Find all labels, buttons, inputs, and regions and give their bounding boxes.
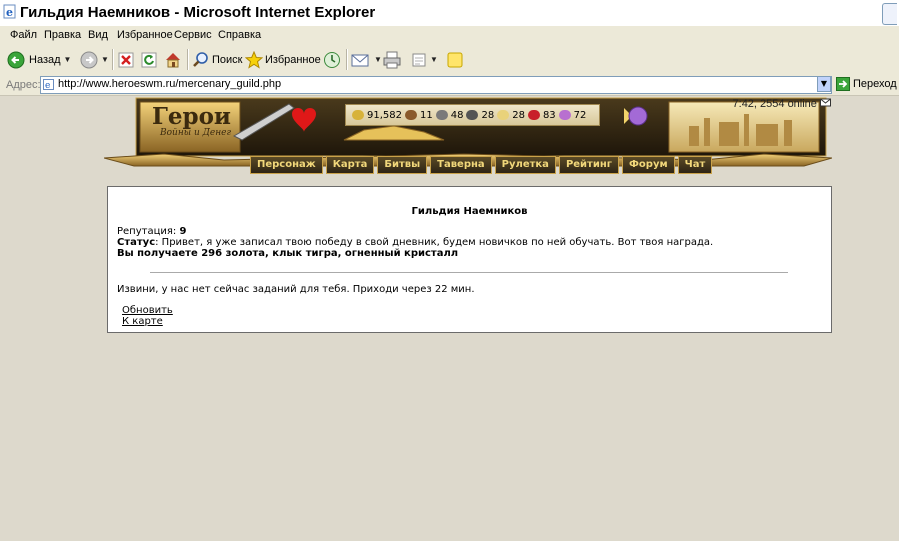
- messenger-button[interactable]: [446, 48, 464, 71]
- back-label: Назад: [29, 53, 61, 66]
- reputation-value: 9: [179, 226, 187, 237]
- menu-help[interactable]: Справка: [218, 29, 261, 41]
- stop-button[interactable]: [118, 48, 134, 71]
- sulfur-icon: [497, 110, 510, 120]
- window-control-button[interactable]: [882, 3, 897, 25]
- address-url: http://www.heroeswm.ru/mercenary_guild.p…: [58, 78, 282, 90]
- nav-forum[interactable]: Форум: [622, 156, 675, 174]
- forward-arrow-icon: [80, 51, 98, 68]
- page-icon: e: [43, 79, 54, 90]
- favorites-button[interactable]: Избранное: [245, 48, 321, 71]
- status-text: : Привет, я уже записал твою победу в св…: [155, 237, 714, 248]
- window-titlebar: e Гильдия Наемников - Microsoft Internet…: [0, 0, 899, 27]
- menu-view[interactable]: Вид: [88, 29, 108, 41]
- nav-battles[interactable]: Битвы: [377, 156, 428, 174]
- resource-gold: 91,582: [367, 109, 402, 121]
- resource-wood: 11: [420, 109, 433, 121]
- ore-icon: [435, 110, 448, 120]
- stop-icon: [118, 52, 134, 67]
- history-button[interactable]: [323, 48, 341, 71]
- no-tasks-text: Извини, у нас нет сейчас заданий для теб…: [117, 284, 475, 295]
- print-button[interactable]: [383, 48, 401, 71]
- online-status-text: 7:42, 2554 online: [732, 98, 817, 110]
- reward-text: Вы получаете 296 золота, клык тигра, огн…: [117, 248, 459, 259]
- search-button[interactable]: Поиск: [192, 48, 242, 71]
- nav-map[interactable]: Карта: [325, 156, 375, 174]
- divider: [150, 272, 788, 273]
- menu-file[interactable]: Файл: [10, 29, 37, 41]
- resource-crystal: 83: [542, 109, 556, 121]
- guild-panel: Гильдия Наемников Репутация: 9 Статус: П…: [107, 186, 832, 333]
- edit-button[interactable]: ▼: [411, 48, 438, 71]
- game-nav: Персонаж Карта Битвы Таверна Рулетка Рей…: [250, 156, 713, 174]
- menu-edit[interactable]: Правка: [44, 29, 81, 41]
- nav-rating[interactable]: Рейтинг: [558, 156, 619, 174]
- address-dropdown-icon[interactable]: ▼: [817, 76, 831, 92]
- menu-tools[interactable]: Сервис: [174, 29, 212, 41]
- mail-dropdown-icon[interactable]: ▼: [374, 55, 382, 64]
- status-label: Статус: [117, 237, 156, 248]
- refresh-link[interactable]: Обновить: [122, 305, 173, 316]
- back-arrow-icon: [7, 51, 25, 68]
- address-label: Адрес:: [6, 79, 41, 91]
- favorites-star-icon: [245, 50, 263, 69]
- resources-panel: 91,582 11 48 28 28 83 72: [345, 104, 600, 126]
- print-icon: [383, 51, 401, 68]
- address-bar: Адрес: e http://www.heroeswm.ru/mercenar…: [0, 75, 899, 96]
- go-arrow-icon: [836, 77, 850, 91]
- mercury-icon: [466, 110, 479, 120]
- nav-roulette[interactable]: Рулетка: [494, 156, 556, 174]
- back-dropdown-icon[interactable]: ▼: [64, 55, 72, 64]
- favorites-label: Избранное: [265, 53, 321, 66]
- menu-favorites[interactable]: Избранное: [117, 29, 173, 41]
- home-button[interactable]: [164, 48, 182, 71]
- map-link[interactable]: К карте: [122, 316, 163, 327]
- online-status: 7:42, 2554 online: [733, 97, 831, 110]
- resource-gems: 72: [573, 109, 587, 121]
- resource-mercury: 28: [481, 109, 495, 121]
- toolbar: Назад ▼ ▼ Поиск Избранное ▼ ▼: [0, 44, 899, 76]
- gem-icon: [558, 110, 571, 120]
- crystal-icon: [527, 110, 540, 120]
- refresh-icon: [141, 52, 157, 67]
- forward-dropdown-icon[interactable]: ▼: [101, 55, 109, 64]
- search-label: Поиск: [212, 53, 243, 66]
- note-icon: [447, 52, 463, 67]
- home-icon: [166, 52, 180, 67]
- logo-subtitle: Войны и Денег: [160, 128, 232, 138]
- nav-tavern[interactable]: Таверна: [430, 156, 492, 174]
- logo-text: Герои: [152, 103, 231, 130]
- history-icon: [324, 51, 340, 68]
- ie-logo-icon: e: [3, 4, 16, 19]
- address-input[interactable]: e http://www.heroeswm.ru/mercenary_guild…: [40, 76, 832, 94]
- nav-character[interactable]: Персонаж: [250, 156, 323, 174]
- gold-icon: [352, 110, 364, 120]
- back-button[interactable]: Назад ▼: [7, 48, 71, 71]
- guild-title: Гильдия Наемников: [411, 206, 528, 217]
- resource-ore: 48: [450, 109, 464, 121]
- svg-text:e: e: [45, 81, 50, 90]
- refresh-button[interactable]: [141, 48, 157, 71]
- nav-chat[interactable]: Чат: [677, 156, 713, 174]
- svg-text:e: e: [6, 6, 13, 19]
- reputation-line: Репутация: 9: [117, 226, 186, 237]
- resource-sulfur: 28: [512, 109, 525, 121]
- menu-bar: Файл Правка Вид Избранное Сервис Справка: [0, 26, 899, 45]
- edit-document-icon: [412, 53, 426, 66]
- mailbox-icon[interactable]: [820, 97, 831, 107]
- go-button[interactable]: Переход: [836, 77, 897, 91]
- mail-icon: [351, 54, 369, 66]
- edit-dropdown-icon[interactable]: ▼: [430, 55, 438, 64]
- mail-button[interactable]: ▼: [351, 48, 382, 71]
- status-line: Статус: Привет, я уже записал твою побед…: [117, 237, 713, 248]
- wood-icon: [405, 110, 417, 120]
- reputation-label: Репутация:: [117, 226, 177, 237]
- go-label: Переход: [853, 78, 897, 90]
- forward-button[interactable]: ▼: [80, 48, 109, 71]
- window-title: Гильдия Наемников - Microsoft Internet E…: [20, 4, 376, 21]
- search-icon: [193, 51, 208, 67]
